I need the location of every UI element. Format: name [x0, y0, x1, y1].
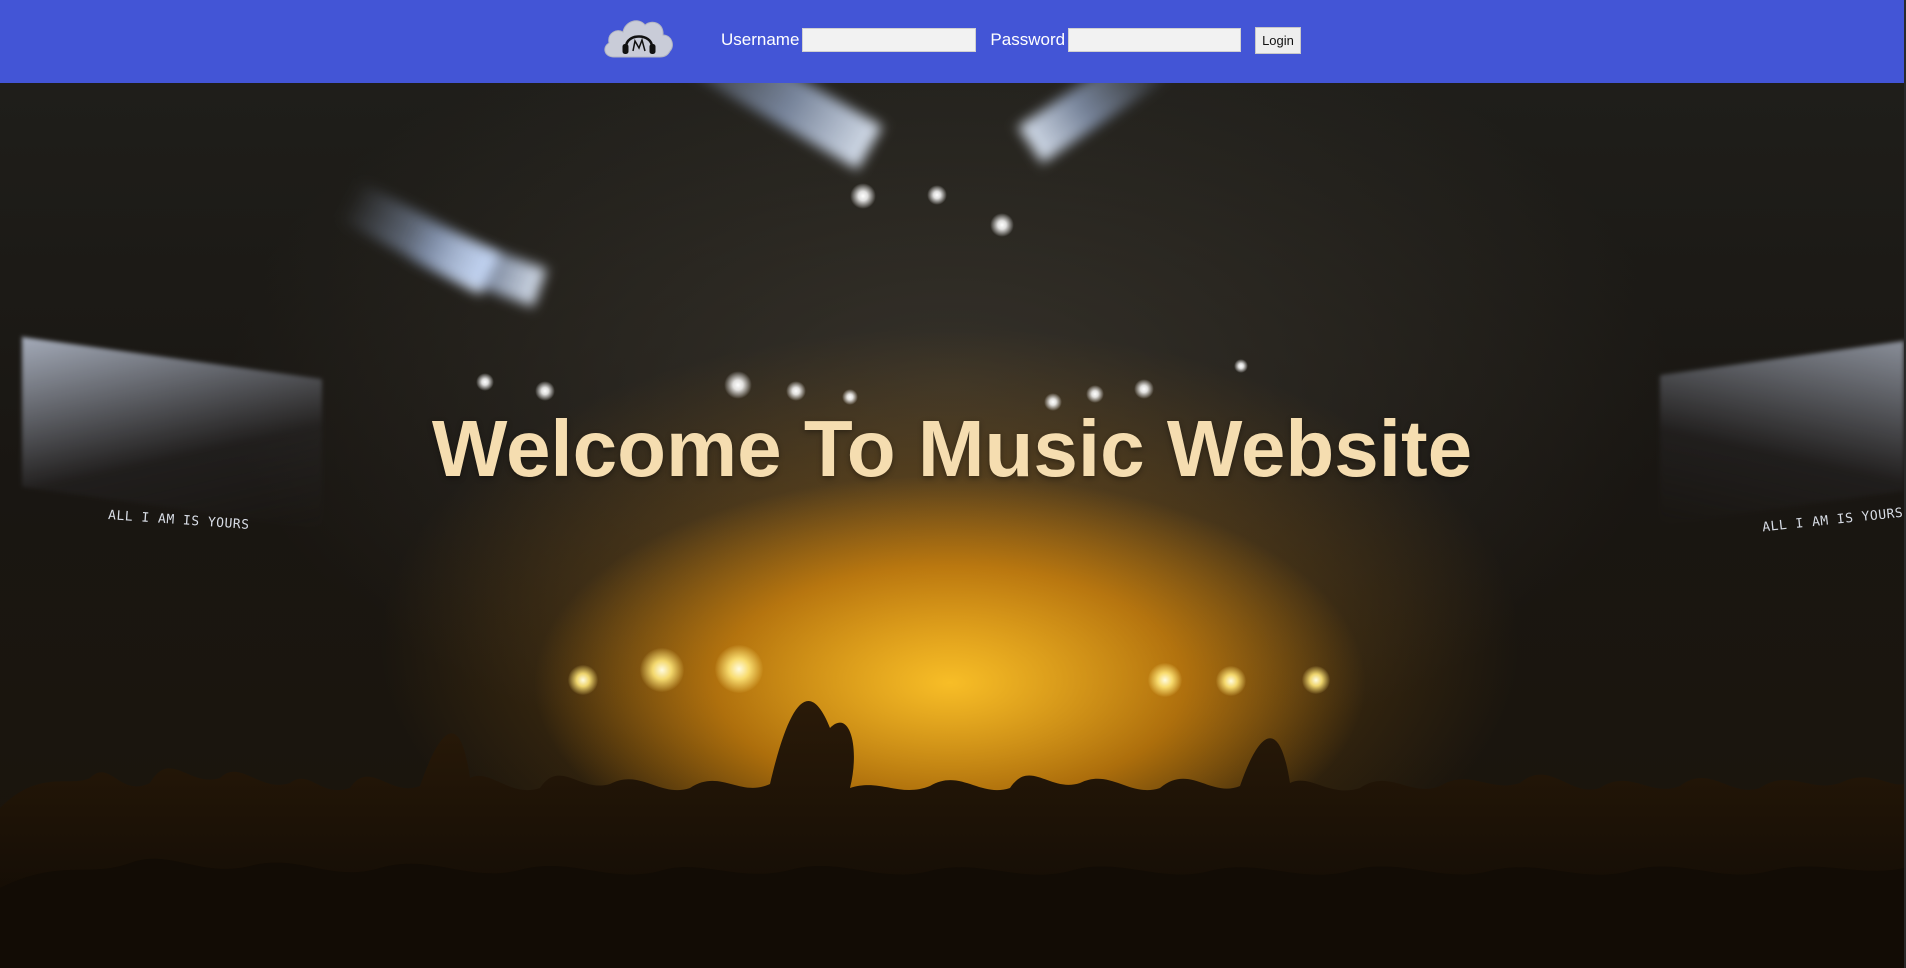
- username-input[interactable]: [802, 28, 977, 52]
- top-navigation-bar: Username Password Login: [0, 0, 1904, 83]
- rig-light: [1234, 359, 1248, 373]
- hero-title: Welcome To Music Website: [431, 404, 1473, 493]
- stage-light: [640, 648, 684, 692]
- spotlight-beam: [401, 221, 547, 307]
- rig-light: [1086, 385, 1104, 403]
- cloud-headphones-icon[interactable]: [600, 11, 678, 61]
- stage-light: [715, 645, 763, 693]
- password-input[interactable]: [1068, 28, 1242, 52]
- rig-light: [786, 381, 806, 401]
- spotlight-beam: [658, 83, 883, 170]
- rig-light: [990, 213, 1014, 237]
- login-button[interactable]: Login: [1255, 26, 1301, 54]
- rig-light: [476, 373, 494, 391]
- rig-light: [1134, 379, 1154, 399]
- login-form: Username Password Login: [721, 26, 1301, 54]
- rig-light: [535, 381, 555, 401]
- hero-banner: ALL I AM IS YOURS ALL I AM IS YOURS Welc…: [0, 83, 1904, 968]
- rig-light: [927, 185, 947, 205]
- right-screen-caption: ALL I AM IS YOURS: [1761, 505, 1904, 536]
- rig-light: [724, 371, 752, 399]
- rig-light: [850, 183, 876, 209]
- spotlight-beam: [1017, 83, 1175, 164]
- username-label: Username: [721, 30, 800, 49]
- crowd-silhouette: [0, 701, 1904, 968]
- password-label: Password: [990, 30, 1066, 49]
